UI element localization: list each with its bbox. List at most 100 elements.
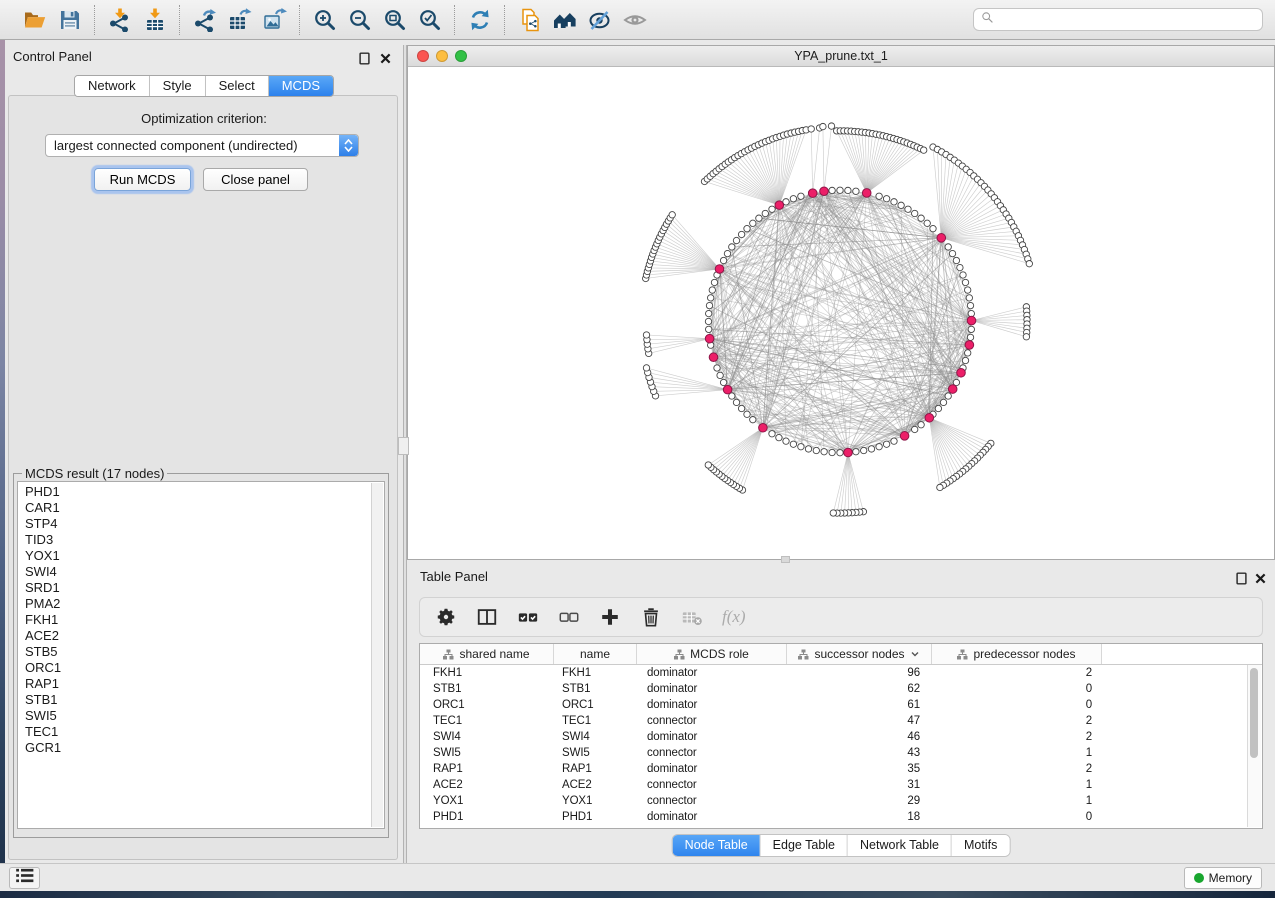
column-header-shared-name[interactable]: shared name: [420, 644, 554, 664]
horizontal-splitter-grip[interactable]: [781, 556, 790, 563]
vertical-splitter-grip[interactable]: [398, 437, 409, 455]
control-panel-tabs: NetworkStyleSelectMCDS: [74, 75, 334, 97]
cell-mcds-role: dominator: [637, 683, 787, 695]
float-window-icon[interactable]: [357, 51, 371, 65]
mcds-result-item[interactable]: STB1: [25, 692, 384, 708]
show-all-networks-button[interactable]: [549, 6, 580, 34]
table-scrollbar-thumb[interactable]: [1250, 668, 1258, 758]
cell-name: YOX1: [554, 795, 637, 807]
tab-edge-table[interactable]: Edge Table: [761, 835, 848, 856]
save-session-button[interactable]: [54, 6, 85, 34]
import-table-from-file-button[interactable]: [139, 6, 170, 34]
refresh-icon: [468, 8, 492, 32]
mcds-result-item[interactable]: SWI4: [25, 564, 384, 580]
table-row[interactable]: ORC1ORC1dominator610: [420, 697, 1262, 713]
zoom-fit-content-button[interactable]: [379, 6, 410, 34]
network-window-titlebar[interactable]: YPA_prune.txt_1: [408, 46, 1274, 67]
cell-mcds-role: dominator: [637, 667, 787, 679]
tree-icon: [443, 649, 454, 660]
mcds-result-item[interactable]: CAR1: [25, 500, 384, 516]
export-table-button[interactable]: [224, 6, 255, 34]
mcds-result-item[interactable]: TEC1: [25, 724, 384, 740]
result-list-scrollbar[interactable]: [371, 483, 383, 827]
tab-node-table[interactable]: Node Table: [673, 835, 761, 856]
toggle-visual-style-button[interactable]: [584, 6, 615, 34]
table-row[interactable]: FKH1FKH1dominator962: [420, 665, 1262, 681]
optimization-criterion-select[interactable]: largest connected component (undirected): [45, 134, 359, 157]
mcds-result-item[interactable]: GCR1: [25, 740, 384, 756]
close-panel-icon[interactable]: [378, 51, 392, 65]
tab-mcds[interactable]: MCDS: [269, 76, 333, 96]
cell-shared-name: FKH1: [420, 667, 554, 679]
open-file-button[interactable]: [19, 6, 50, 34]
column-header-mcds-role[interactable]: MCDS role: [637, 644, 787, 664]
memory-button[interactable]: Memory: [1184, 867, 1262, 889]
split-panel-button[interactable]: [476, 605, 498, 629]
mcds-result-item[interactable]: FKH1: [25, 612, 384, 628]
mcds-result-group: MCDS result (17 nodes) PHD1CAR1STP4TID3Y…: [13, 466, 389, 838]
mcds-result-item[interactable]: PHD1: [25, 484, 384, 500]
import-network-from-file-button[interactable]: [104, 6, 135, 34]
add-column-button[interactable]: [599, 605, 621, 629]
mcds-result-item[interactable]: RAP1: [25, 676, 384, 692]
mcds-result-item[interactable]: STP4: [25, 516, 384, 532]
table-row[interactable]: YOX1YOX1connector291: [420, 793, 1262, 809]
function-icon: f(x): [722, 607, 746, 627]
tab-network[interactable]: Network: [75, 76, 150, 96]
delete-columns-button[interactable]: [640, 605, 662, 629]
search-box[interactable]: [973, 8, 1263, 31]
mcds-result-item[interactable]: TID3: [25, 532, 384, 548]
cell-name: PHD1: [554, 811, 637, 823]
zoom-out-button[interactable]: [344, 6, 375, 34]
tab-style[interactable]: Style: [150, 76, 206, 96]
search-input[interactable]: [998, 12, 1255, 28]
table-row[interactable]: RAP1RAP1dominator352: [420, 761, 1262, 777]
select-all-rows-button[interactable]: [517, 605, 539, 629]
refresh-network-view-button[interactable]: [464, 6, 495, 34]
run-mcds-button[interactable]: Run MCDS: [94, 168, 191, 191]
export-image-button[interactable]: [259, 6, 290, 34]
table-settings-button[interactable]: [435, 605, 457, 629]
zoom-out-icon: [348, 8, 372, 32]
mcds-result-item[interactable]: PMA2: [25, 596, 384, 612]
cell-name: FKH1: [554, 667, 637, 679]
cell-name: STB1: [554, 683, 637, 695]
network-canvas[interactable]: [408, 67, 1274, 559]
table-row[interactable]: SWI4SWI4dominator462: [420, 729, 1262, 745]
table-row[interactable]: ACE2ACE2connector311: [420, 777, 1262, 793]
mcds-result-item[interactable]: SRD1: [25, 580, 384, 596]
task-history-button[interactable]: [9, 867, 40, 889]
deselect-all-rows-button[interactable]: [558, 605, 580, 629]
column-header-predecessor-nodes[interactable]: predecessor nodes: [932, 644, 1102, 664]
zoom-selected-icon: [418, 8, 442, 32]
memory-status-icon: [1194, 873, 1204, 883]
zoom-selected-button[interactable]: [414, 6, 445, 34]
table-row[interactable]: STB1STB1dominator620: [420, 681, 1262, 697]
close-table-panel-icon[interactable]: [1253, 571, 1267, 585]
tab-network-table[interactable]: Network Table: [848, 835, 952, 856]
mcds-result-item[interactable]: ACE2: [25, 628, 384, 644]
tab-motifs[interactable]: Motifs: [952, 835, 1009, 856]
column-header-successor-nodes[interactable]: successor nodes: [787, 644, 932, 664]
clone-network-button[interactable]: [514, 6, 545, 34]
cell-predecessor-nodes: 2: [932, 763, 1102, 775]
table-row[interactable]: SWI5SWI5connector431: [420, 745, 1262, 761]
mcds-result-item[interactable]: STB5: [25, 644, 384, 660]
zoom-in-button[interactable]: [309, 6, 340, 34]
eye-slash-icon: [588, 8, 612, 32]
mcds-result-item[interactable]: YOX1: [25, 548, 384, 564]
mcds-result-item[interactable]: ORC1: [25, 660, 384, 676]
mcds-result-list[interactable]: PHD1CAR1STP4TID3YOX1SWI4SRD1PMA2FKH1ACE2…: [17, 481, 385, 829]
export-network-button[interactable]: [189, 6, 220, 34]
table-body: FKH1FKH1dominator962STB1STB1dominator620…: [420, 665, 1262, 825]
cell-predecessor-nodes: 1: [932, 795, 1102, 807]
mcds-result-item[interactable]: SWI5: [25, 708, 384, 724]
table-row[interactable]: PHD1PHD1dominator180: [420, 809, 1262, 825]
close-panel-button[interactable]: Close panel: [203, 168, 308, 191]
table-row[interactable]: TEC1TEC1connector472: [420, 713, 1262, 729]
tab-select[interactable]: Select: [206, 76, 269, 96]
table-scrollbar[interactable]: [1247, 665, 1261, 827]
float-table-panel-icon[interactable]: [1234, 571, 1248, 585]
toolbar-button-groups: [10, 5, 659, 35]
column-header-name[interactable]: name: [554, 644, 637, 664]
